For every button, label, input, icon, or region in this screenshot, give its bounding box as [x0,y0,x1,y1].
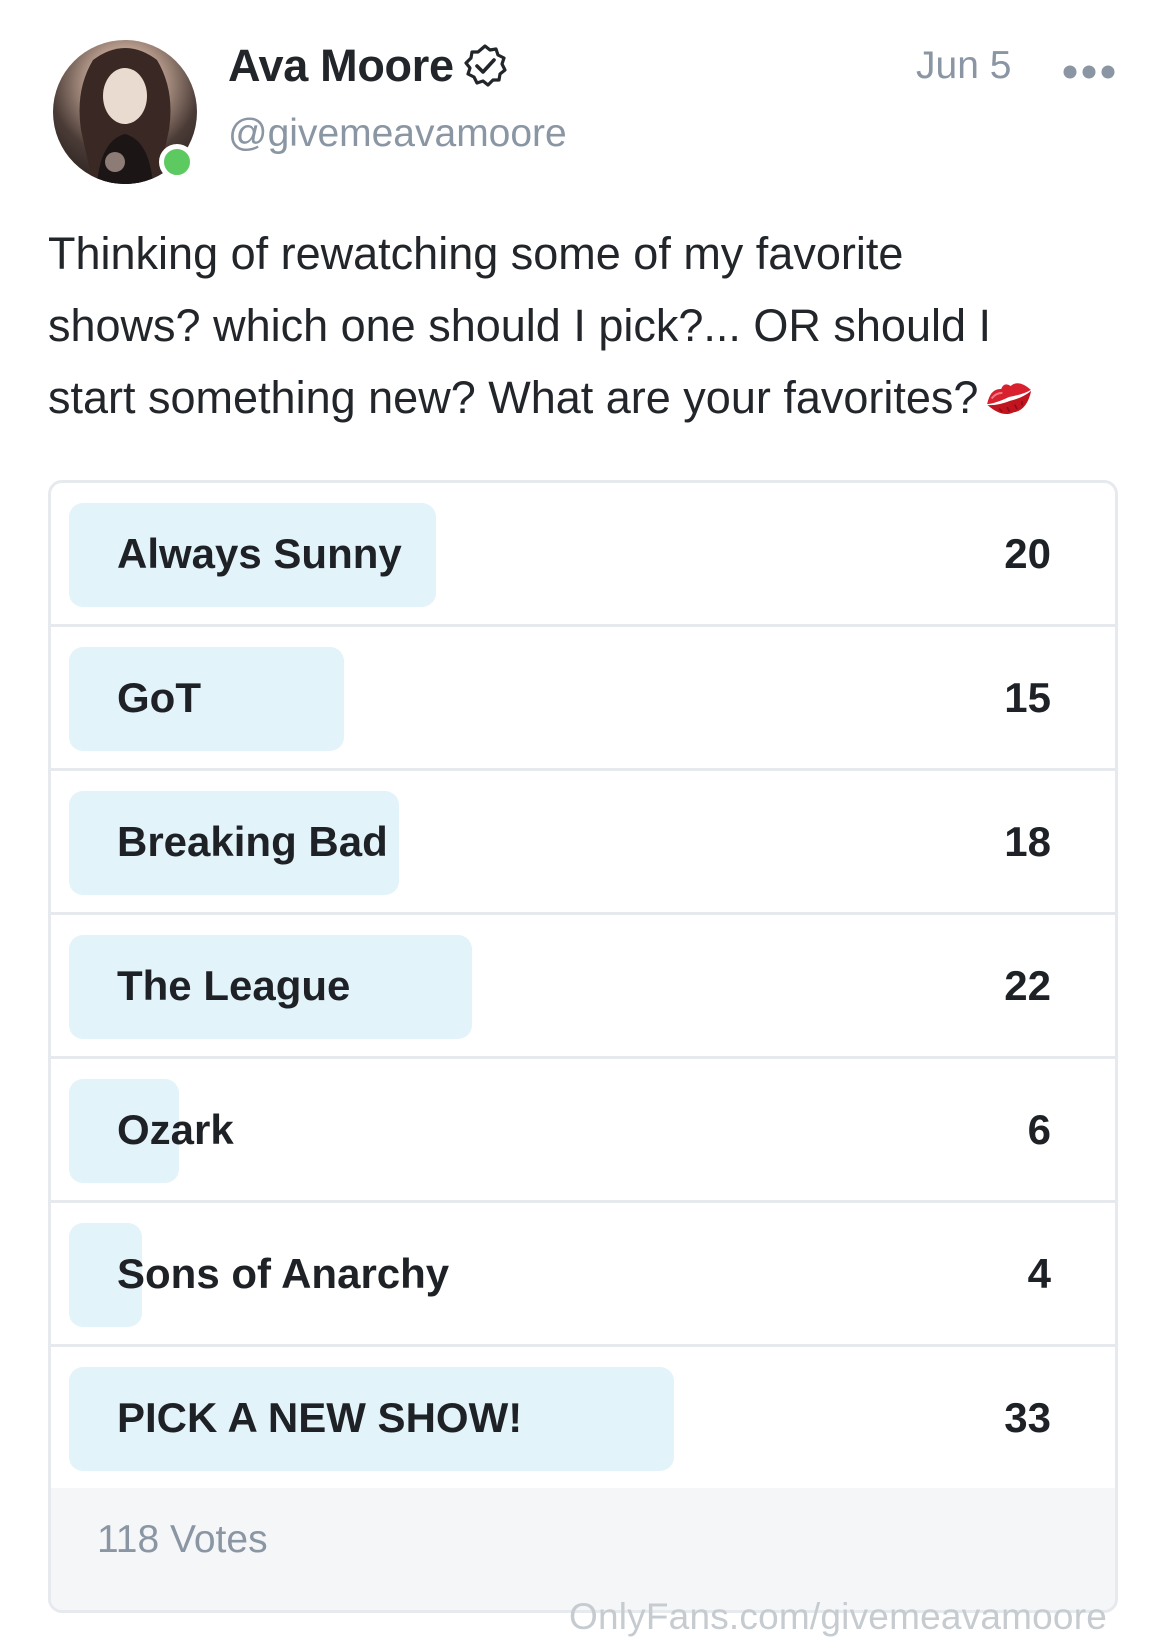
poll: Always Sunny 20 GoT 15 Breaking Bad 18 The Lea… [48,480,1118,1613]
post-text-line: Thinking of rewatching some of my favori… [48,228,904,279]
poll-option-count: 20 [1004,530,1051,577]
post-date[interactable]: Jun 5 [916,44,1011,88]
verified-icon [462,43,508,89]
watermark: OnlyFans.com/givemeavamoore [569,1596,1107,1637]
poll-option-label: PICK A NEW SHOW! [117,1394,523,1441]
author-name[interactable]: Ava Moore [228,40,454,92]
poll-option-count: 18 [1004,818,1051,865]
poll-option-count: 6 [1027,1106,1051,1153]
poll-option-count: 22 [1004,962,1051,1009]
poll-footer: 118 Votes [51,1488,1115,1610]
poll-option[interactable]: The League 22 [51,915,1115,1059]
online-status-dot [159,144,195,180]
post-text-line-last: start something new? What are your favor… [48,362,1108,434]
poll-option[interactable]: GoT 15 [51,627,1115,771]
poll-option[interactable]: Always Sunny 20 [51,483,1115,627]
poll-option-label: Sons of Anarchy [117,1250,450,1297]
poll-total-votes: 118 Votes [97,1518,268,1561]
author-handle[interactable]: @givemeavamoore [228,112,567,156]
more-options-icon[interactable] [1062,64,1116,80]
author-name-row: Ava Moore [228,40,508,92]
poll-option-fill [69,647,344,751]
poll-option-label: Ozark [117,1106,234,1153]
poll-option[interactable]: Sons of Anarchy 4 [51,1203,1115,1347]
poll-option-label: GoT [117,674,201,721]
kiss-mark-icon [982,368,1036,414]
poll-option[interactable]: PICK A NEW SHOW! 33 [51,1347,1115,1491]
poll-option-count: 15 [1004,674,1051,721]
post-text-line: shows? which one should I pick?... OR sh… [48,300,992,351]
poll-options: Always Sunny 20 GoT 15 Breaking Bad 18 The Lea… [51,483,1115,1491]
poll-option-label: The League [117,962,351,1009]
poll-option-count: 33 [1004,1394,1051,1441]
poll-option[interactable]: Breaking Bad 18 [51,771,1115,915]
poll-option-label: Always Sunny [117,530,402,577]
post-text: Thinking of rewatching some of my favori… [48,218,1108,434]
poll-option[interactable]: Ozark 6 [51,1059,1115,1203]
avatar[interactable] [53,40,197,184]
post-text-line: start something new? What are your favor… [48,372,979,423]
poll-option-count: 4 [1027,1250,1051,1297]
poll-option-label: Breaking Bad [117,818,388,865]
post-card: Ava Moore @givemeavamoore Jun 5 Thinking… [0,0,1155,1650]
